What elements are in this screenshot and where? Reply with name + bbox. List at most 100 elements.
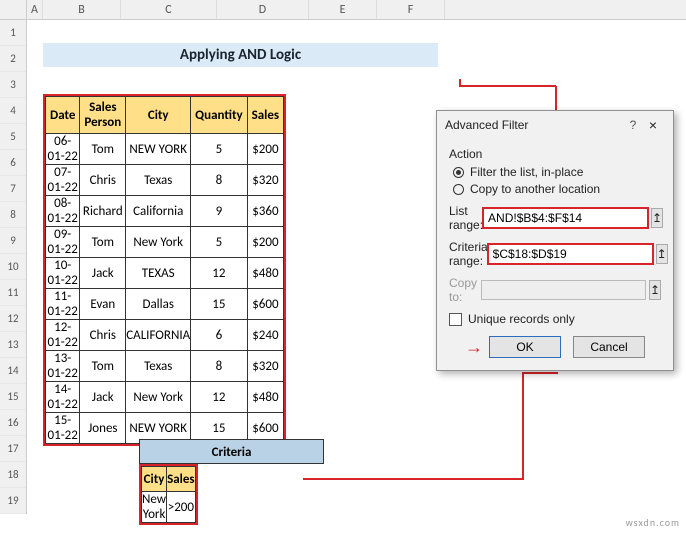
col-B[interactable]: B [43, 0, 121, 19]
table-cell[interactable]: NEW YORK [126, 134, 191, 165]
table-cell[interactable]: 12-01-22 [46, 320, 80, 351]
row-2[interactable]: 2 [0, 46, 26, 72]
row-18[interactable]: 18 [0, 462, 26, 488]
range-picker-button[interactable]: ↥ [649, 280, 661, 300]
table-cell[interactable]: Tom [80, 227, 126, 258]
table-cell[interactable]: 10-01-22 [46, 258, 80, 289]
table-cell[interactable]: $600 [247, 289, 284, 320]
table-cell[interactable]: 12 [191, 382, 247, 413]
table-cell[interactable]: 08-01-22 [46, 196, 80, 227]
row-9[interactable]: 9 [0, 228, 26, 254]
crit-td-sales[interactable]: >200 [167, 492, 196, 523]
table-row: 06-01-22TomNEW YORK5$200 [46, 134, 284, 165]
table-cell[interactable]: 15 [191, 289, 247, 320]
table-cell[interactable]: TEXAS [126, 258, 191, 289]
table-cell[interactable]: Jack [80, 258, 126, 289]
table-cell[interactable]: 14-01-22 [46, 382, 80, 413]
close-icon[interactable]: × [641, 117, 665, 133]
table-cell[interactable]: 6 [191, 320, 247, 351]
th-date[interactable]: Date [46, 97, 80, 134]
row-headers: 1 2 3 4 5 6 7 8 9 10 11 12 13 14 15 16 1… [0, 20, 27, 514]
help-icon[interactable]: ? [625, 118, 641, 132]
table-cell[interactable]: 9 [191, 196, 247, 227]
crit-th-city[interactable]: City [142, 467, 167, 492]
table-cell[interactable]: California [126, 196, 191, 227]
table-cell[interactable]: 5 [191, 134, 247, 165]
col-F[interactable]: F [377, 0, 445, 19]
table-cell[interactable]: Dallas [126, 289, 191, 320]
radio-filter-in-place[interactable]: Filter the list, in-place [453, 165, 661, 179]
col-A[interactable]: A [27, 0, 43, 19]
table-cell[interactable]: $480 [247, 258, 284, 289]
criteria-range-input[interactable] [488, 244, 653, 264]
row-6[interactable]: 6 [0, 150, 26, 176]
table-cell[interactable]: 11-01-22 [46, 289, 80, 320]
table-cell[interactable]: Chris [80, 165, 126, 196]
row-15[interactable]: 15 [0, 384, 26, 410]
crit-td-city[interactable]: New York [142, 492, 167, 523]
row-12[interactable]: 12 [0, 306, 26, 332]
table-cell[interactable]: Texas [126, 351, 191, 382]
table-cell[interactable]: New York [126, 382, 191, 413]
table-cell[interactable]: 13-01-22 [46, 351, 80, 382]
table-cell[interactable]: CALIFORNIA [126, 320, 191, 351]
row-3[interactable]: 3 [0, 72, 26, 98]
table-cell[interactable]: $200 [247, 134, 284, 165]
col-E[interactable]: E [309, 0, 377, 19]
copy-to-input [481, 280, 646, 300]
row-5[interactable]: 5 [0, 124, 26, 150]
row-1[interactable]: 1 [0, 20, 26, 46]
row-7[interactable]: 7 [0, 176, 26, 202]
row-14[interactable]: 14 [0, 358, 26, 384]
table-cell[interactable]: Chris [80, 320, 126, 351]
th-quantity[interactable]: Quantity [191, 97, 247, 134]
row-10[interactable]: 10 [0, 254, 26, 280]
table-cell[interactable]: $240 [247, 320, 284, 351]
row-8[interactable]: 8 [0, 202, 26, 228]
row-13[interactable]: 13 [0, 332, 26, 358]
table-row: 07-01-22ChrisTexas8$320 [46, 165, 284, 196]
table-cell[interactable]: 06-01-22 [46, 134, 80, 165]
table-cell[interactable]: Jack [80, 382, 126, 413]
crit-th-sales[interactable]: Sales [167, 467, 196, 492]
table-cell[interactable]: 09-01-22 [46, 227, 80, 258]
col-D[interactable]: D [217, 0, 309, 19]
row-19[interactable]: 19 [0, 488, 26, 514]
row-16[interactable]: 16 [0, 410, 26, 436]
col-C[interactable]: C [121, 0, 217, 19]
table-cell[interactable]: 8 [191, 351, 247, 382]
table-cell[interactable]: 15-01-22 [46, 413, 80, 444]
table-cell[interactable]: $480 [247, 382, 284, 413]
th-sales-person[interactable]: Sales Person [80, 97, 126, 134]
table-cell[interactable]: 12 [191, 258, 247, 289]
table-cell[interactable]: Tom [80, 134, 126, 165]
table-cell[interactable]: Richard [80, 196, 126, 227]
row-17[interactable]: 17 [0, 436, 26, 462]
table-cell[interactable]: Evan [80, 289, 126, 320]
table-cell[interactable]: $320 [247, 165, 284, 196]
select-all-corner[interactable] [0, 0, 27, 19]
th-sales[interactable]: Sales [247, 97, 284, 134]
table-cell[interactable]: 07-01-22 [46, 165, 80, 196]
table-cell[interactable]: Jones [80, 413, 126, 444]
range-picker-button[interactable]: ↥ [656, 244, 668, 264]
table-cell[interactable]: Tom [80, 351, 126, 382]
unique-records-checkbox[interactable]: Unique records only [449, 312, 661, 326]
table-cell[interactable]: 8 [191, 165, 247, 196]
table-cell[interactable]: 5 [191, 227, 247, 258]
row-11[interactable]: 11 [0, 280, 26, 306]
table-cell[interactable]: New York [126, 227, 191, 258]
table-cell[interactable]: $360 [247, 196, 284, 227]
table-cell[interactable]: Texas [126, 165, 191, 196]
th-city[interactable]: City [126, 97, 191, 134]
dialog-titlebar[interactable]: Advanced Filter ? × [437, 111, 673, 139]
criteria-outline: City Sales New York >200 [139, 464, 198, 525]
table-cell[interactable]: $320 [247, 351, 284, 382]
list-range-input[interactable] [483, 208, 648, 228]
radio-copy-location[interactable]: Copy to another location [453, 182, 661, 196]
range-picker-button[interactable]: ↥ [651, 208, 663, 228]
ok-button[interactable]: OK [489, 336, 561, 358]
table-cell[interactable]: $200 [247, 227, 284, 258]
cancel-button[interactable]: Cancel [573, 336, 645, 358]
row-4[interactable]: 4 [0, 98, 26, 124]
